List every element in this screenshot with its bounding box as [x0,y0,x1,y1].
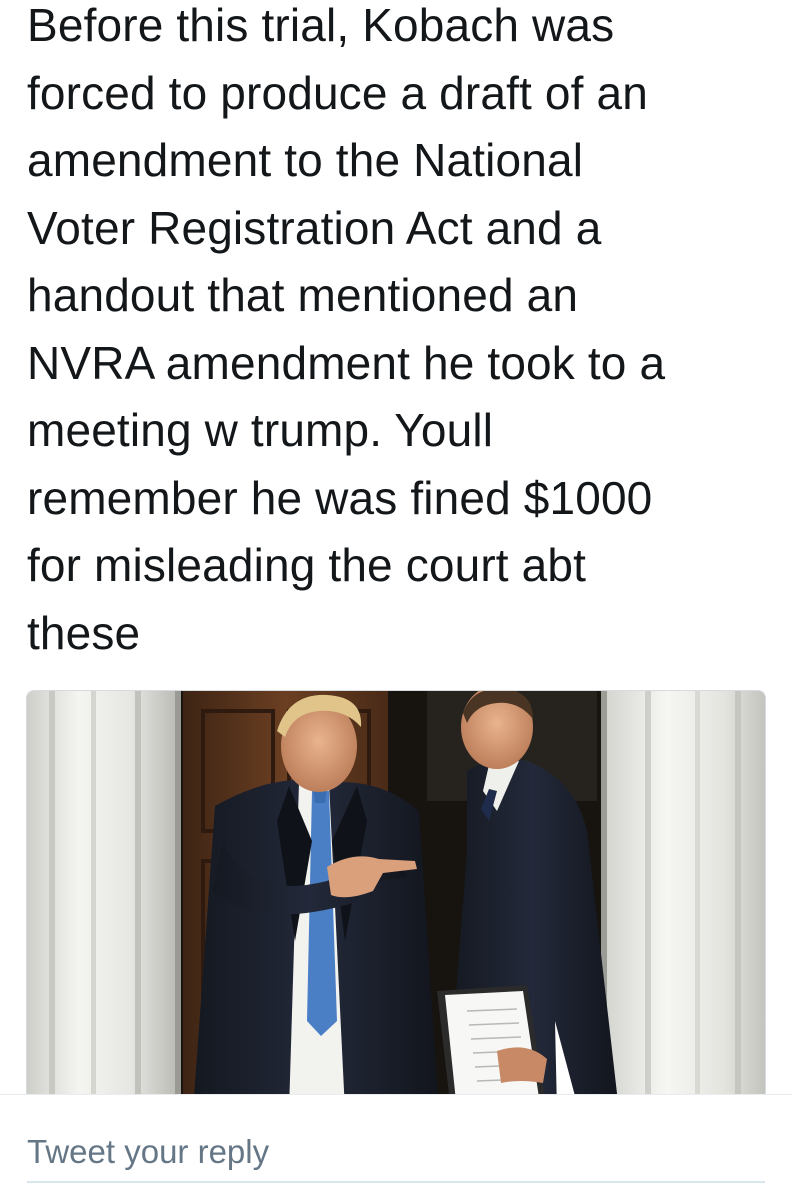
reply-input[interactable]: Tweet your reply [27,1123,765,1183]
photo-illustration [27,691,765,1111]
tweet-text: Before this trial, Kobach was forced to … [27,0,666,659]
tweet-photo[interactable] [26,690,766,1111]
reply-bar: Tweet your reply [0,1094,792,1201]
